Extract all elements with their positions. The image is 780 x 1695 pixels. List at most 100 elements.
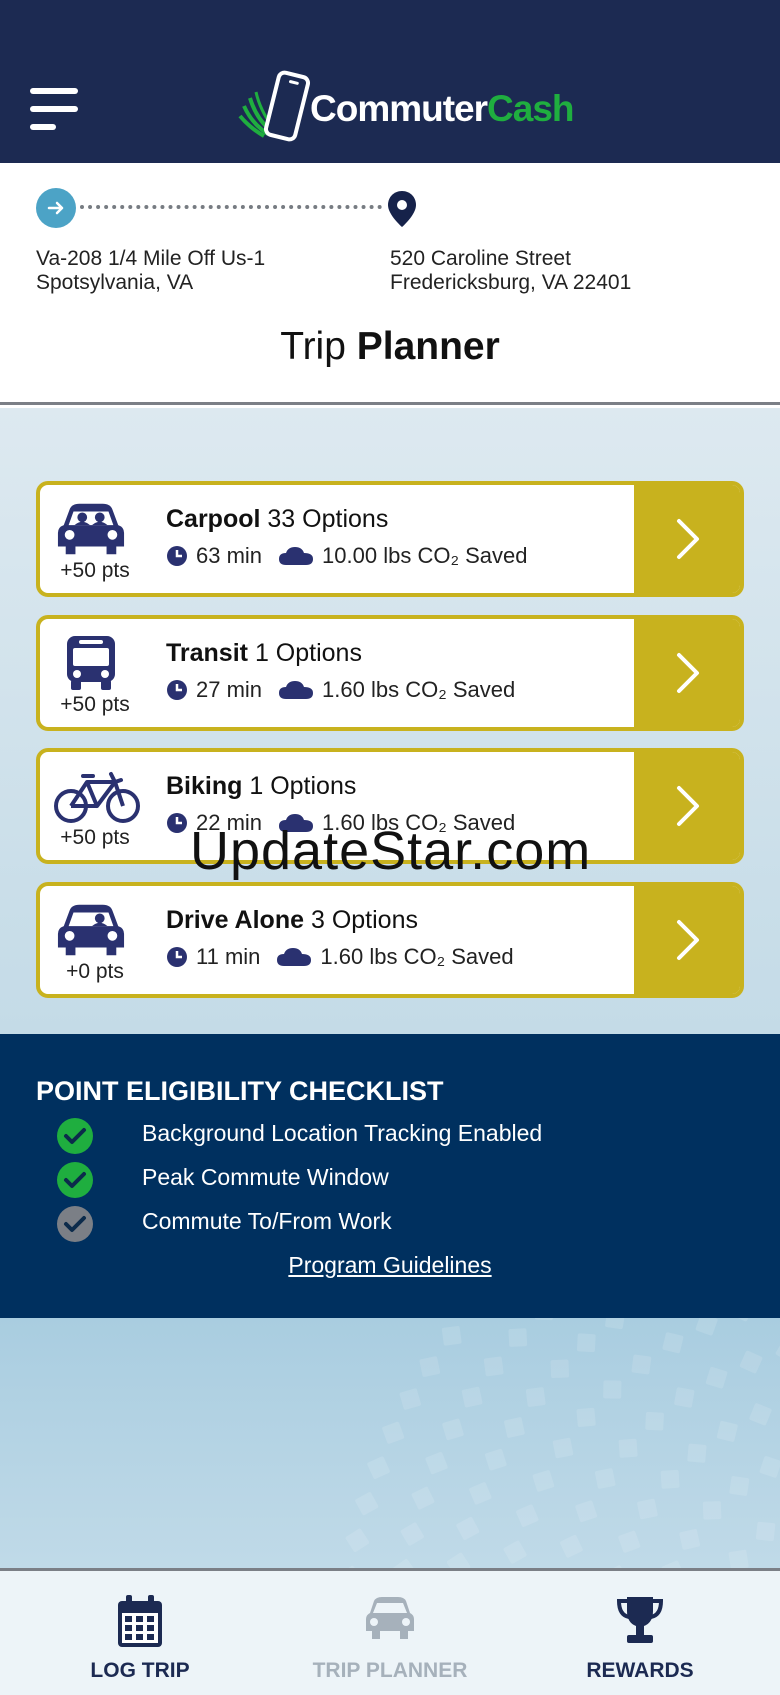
pattern-dot bbox=[605, 1318, 625, 1330]
option-meta: 11 min 1.60 lbs CO₂ Saved bbox=[166, 944, 514, 970]
checklist-item-label: Peak Commute Window bbox=[142, 1164, 389, 1190]
option-card-carpool[interactable]: +50 pts Carpool 33 Options 63 min 10.00 … bbox=[36, 481, 744, 597]
pattern-dot bbox=[441, 1325, 462, 1346]
option-chevron-right-icon[interactable] bbox=[634, 886, 740, 994]
option-time: 11 min bbox=[196, 944, 261, 969]
pattern-dot bbox=[461, 1386, 483, 1408]
pattern-dot bbox=[575, 1500, 598, 1523]
clock-icon bbox=[167, 947, 187, 967]
option-time: 27 min bbox=[196, 677, 263, 702]
nav-rewards[interactable]: REWARDS bbox=[510, 1571, 770, 1695]
app-header: CommuterCash bbox=[0, 0, 780, 163]
option-chevron-right-icon[interactable] bbox=[634, 485, 740, 593]
pattern-dot bbox=[716, 1420, 738, 1442]
pattern-dot bbox=[576, 1407, 596, 1427]
option-card-transit[interactable]: +50 pts Transit 1 Options 27 min 1.60 lb… bbox=[36, 615, 744, 731]
option-points: +50 pts bbox=[60, 693, 130, 716]
nav-log-trip[interactable]: LOG TRIP bbox=[10, 1571, 270, 1695]
pattern-dot bbox=[755, 1521, 776, 1542]
option-co2: 1.60 lbs CO₂ Saved bbox=[322, 677, 516, 702]
bicycle-icon bbox=[52, 766, 142, 826]
nav-trip-planner[interactable]: TRIP PLANNER bbox=[260, 1571, 520, 1695]
pattern-dot bbox=[728, 1549, 749, 1568]
carpool-car-icon bbox=[56, 499, 126, 559]
pattern-dot bbox=[729, 1476, 750, 1496]
pattern-dot bbox=[749, 1403, 772, 1426]
pattern-dot bbox=[442, 1418, 464, 1441]
option-co2: 10.00 lbs CO₂ Saved bbox=[322, 543, 528, 568]
pattern-dot bbox=[603, 1380, 622, 1399]
program-guidelines-link[interactable]: Program Guidelines bbox=[0, 1252, 780, 1279]
pattern-dot bbox=[560, 1534, 583, 1558]
car-icon bbox=[366, 1597, 414, 1639]
pattern-dot bbox=[662, 1332, 684, 1354]
option-title: Biking 1 Options bbox=[166, 772, 356, 801]
nav-label: LOG TRIP bbox=[90, 1659, 190, 1682]
pattern-dot bbox=[660, 1469, 680, 1489]
clock-icon bbox=[167, 546, 187, 566]
destination-address-line1: 520 Caroline Street bbox=[390, 247, 571, 270]
dot-pattern-graphic bbox=[338, 1318, 780, 1568]
option-count: 1 Options bbox=[254, 639, 362, 667]
pattern-dot bbox=[425, 1452, 448, 1475]
pattern-dot bbox=[631, 1354, 652, 1375]
pattern-dot bbox=[702, 1501, 722, 1520]
option-chevron-right-icon[interactable] bbox=[634, 752, 740, 860]
pattern-dot bbox=[504, 1417, 525, 1438]
route-dotted-line bbox=[80, 205, 382, 209]
logo-text-commuter: Commuter bbox=[310, 88, 488, 129]
trophy-icon bbox=[616, 1597, 664, 1643]
option-count: 3 Options bbox=[310, 906, 418, 934]
option-mode: Biking bbox=[166, 772, 243, 800]
option-chevron-right-icon[interactable] bbox=[634, 619, 740, 727]
cloud-icon bbox=[279, 681, 314, 699]
option-title: Transit 1 Options bbox=[166, 639, 362, 668]
route-summary: Va-208 1/4 Mile Off Us-1 Spotsylvania, V… bbox=[0, 163, 780, 405]
pattern-dot bbox=[775, 1339, 780, 1363]
checklist-item: Peak Commute Window bbox=[56, 1160, 389, 1200]
pattern-dot bbox=[618, 1438, 638, 1458]
origin-address: Va-208 1/4 Mile Off Us-1 Spotsylvania, V… bbox=[36, 247, 265, 295]
page-title-bold: Planner bbox=[356, 325, 500, 368]
pattern-dot bbox=[411, 1486, 435, 1510]
destination-pin-icon bbox=[386, 189, 418, 233]
pattern-dot bbox=[419, 1356, 441, 1377]
page-title-light: Trip bbox=[280, 325, 357, 368]
origin-address-line2: Spotsylvania, VA bbox=[36, 271, 194, 294]
hamburger-menu-icon[interactable] bbox=[30, 88, 80, 130]
page-title: Trip Planner bbox=[0, 325, 780, 369]
pattern-dot bbox=[552, 1437, 574, 1459]
nav-label: TRIP PLANNER bbox=[312, 1659, 468, 1682]
pattern-dot bbox=[446, 1552, 471, 1568]
option-card-drive-alone[interactable]: +0 pts Drive Alone 3 Options 11 min 1.60… bbox=[36, 882, 744, 998]
decorative-pattern bbox=[0, 1318, 780, 1568]
option-time: 63 min bbox=[196, 543, 263, 568]
pattern-dot bbox=[382, 1421, 405, 1444]
calendar-icon bbox=[118, 1595, 162, 1647]
check-circle-icon bbox=[57, 1162, 93, 1198]
bus-icon bbox=[56, 633, 126, 693]
option-meta: 27 min 1.60 lbs CO₂ Saved bbox=[166, 677, 515, 703]
pattern-dot bbox=[645, 1411, 664, 1431]
nav-label: REWARDS bbox=[586, 1659, 694, 1682]
pattern-dot bbox=[483, 1356, 504, 1377]
pattern-dot bbox=[576, 1333, 596, 1353]
destination-address: 520 Caroline Street Fredericksburg, VA 2… bbox=[390, 247, 631, 295]
option-points: +50 pts bbox=[60, 559, 130, 582]
pattern-dot bbox=[674, 1387, 695, 1408]
pattern-dot bbox=[485, 1448, 507, 1471]
pattern-dot bbox=[637, 1498, 658, 1520]
pattern-dot bbox=[525, 1387, 546, 1407]
pattern-dot bbox=[532, 1470, 555, 1492]
cloud-icon bbox=[277, 948, 312, 966]
check-circle-icon bbox=[57, 1118, 93, 1154]
origin-address-line1: Va-208 1/4 Mile Off Us-1 bbox=[36, 247, 266, 270]
option-co2: 1.60 lbs CO₂ Saved bbox=[320, 944, 514, 969]
point-eligibility-checklist: POINT ELIGIBILITY CHECKLIST Background L… bbox=[0, 1034, 780, 1318]
destination-address-line2: Fredericksburg, VA 22401 bbox=[390, 271, 632, 294]
option-title: Drive Alone 3 Options bbox=[166, 906, 418, 935]
pattern-dot bbox=[469, 1482, 492, 1505]
pattern-dot bbox=[695, 1318, 718, 1336]
clock-icon bbox=[167, 813, 187, 833]
pattern-dot bbox=[508, 1328, 528, 1347]
